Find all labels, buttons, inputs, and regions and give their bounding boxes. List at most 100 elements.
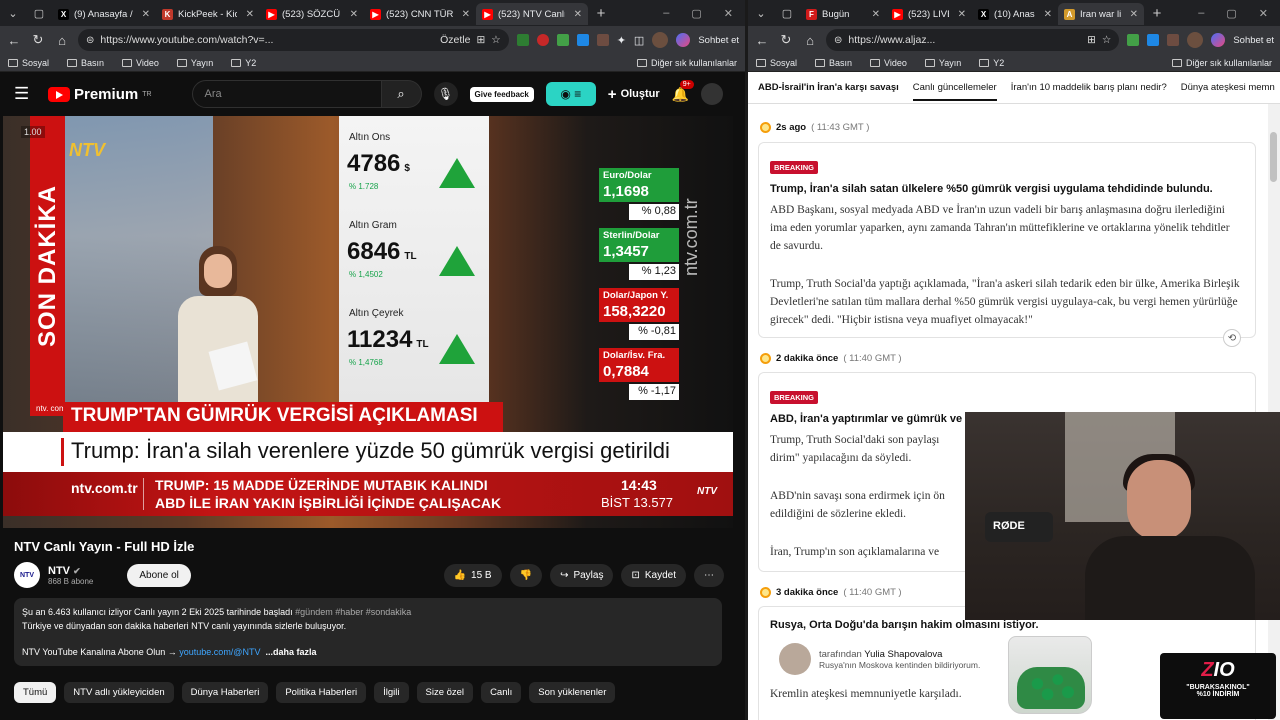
close-tab-icon[interactable]: ✕ (958, 9, 966, 20)
like-button[interactable]: 👍 15 B (443, 563, 502, 587)
copilot-icon[interactable] (1211, 33, 1226, 47)
close-tab-icon[interactable]: ✕ (1130, 9, 1138, 20)
search-icon[interactable]: ⌕ (381, 80, 422, 108)
tab-bugun[interactable]: F Bugün ✕ (800, 3, 886, 25)
workspaces-icon[interactable]: ▢ (774, 7, 800, 20)
share-button[interactable]: ↪ Paylaş (550, 563, 614, 587)
site-info-icon[interactable]: ⊜ (834, 35, 842, 46)
chip-live[interactable]: Canlı (481, 682, 522, 703)
share-icon[interactable]: ⟲ (1223, 329, 1241, 347)
extension-menu-button[interactable]: ◉ ≡ (545, 82, 596, 106)
close-tab-icon[interactable]: ✕ (1044, 9, 1052, 20)
reader-icon[interactable]: ⊞ (476, 34, 485, 46)
chip-politics[interactable]: Politika Haberleri (276, 682, 367, 703)
bookmark-folder[interactable]: Video (122, 58, 159, 68)
account-avatar[interactable] (701, 83, 724, 105)
bookmark-folder[interactable]: Video (870, 58, 907, 68)
copilot-icon[interactable] (676, 33, 691, 47)
channel-name[interactable]: NTV ✔ (48, 565, 93, 577)
video-description[interactable]: Şu an 6.463 kullanıcı izliyor Canlı yayı… (14, 598, 722, 666)
close-window-icon[interactable]: ✕ (724, 7, 733, 20)
microphone-icon[interactable]: 🎙 (433, 82, 458, 106)
chip-for-you[interactable]: Size özel (416, 682, 474, 703)
chat-button[interactable]: Sohbet et (1233, 35, 1274, 46)
chip-related[interactable]: İlgili (374, 682, 409, 703)
youtube-logo[interactable]: Premium TR (48, 86, 152, 103)
reload-icon[interactable]: ↻ (778, 32, 794, 48)
scrollbar-thumb[interactable] (1270, 132, 1277, 182)
bookmark-folder[interactable]: Y2 (979, 58, 1004, 68)
chat-button[interactable]: Sohbet et (698, 35, 739, 46)
close-tab-icon[interactable]: ✕ (350, 9, 358, 20)
extensions-puzzle-icon[interactable]: ✦ (617, 34, 626, 47)
chip-recent[interactable]: Son yüklenenler (529, 682, 616, 703)
subnav-peace-plan[interactable]: İran'ın 10 maddelik barış planı nedir? (1011, 82, 1167, 93)
dislike-button[interactable]: 👎 (509, 563, 543, 587)
desc-hashtags[interactable]: #gündem #haber #sondakika (295, 607, 411, 617)
channel-avatar[interactable]: NTV (14, 562, 40, 588)
bookmark-folder[interactable]: Y2 (231, 58, 256, 68)
tab-menu-icon[interactable]: ⌄ (748, 7, 774, 20)
reader-icon[interactable]: ⊞ (1087, 34, 1096, 46)
minimize-icon[interactable]: – (663, 7, 669, 20)
site-info-icon[interactable]: ⊜ (86, 35, 94, 46)
split-screen-icon[interactable]: ◫ (634, 34, 644, 47)
bookmark-folder[interactable]: Basın (815, 58, 852, 68)
tab-cnnturk[interactable]: ▶ (523) CNN TÜRK ✕ (364, 3, 476, 25)
give-feedback-button[interactable]: Give feedback (469, 86, 534, 102)
search-input[interactable]: Ara (191, 80, 382, 108)
subnav-ceasefire[interactable]: Dünya ateşkesi memn (1181, 82, 1275, 93)
channel-link[interactable]: youtube.com/@NTV (179, 647, 260, 657)
bookmark-folder[interactable]: Sosyal (756, 58, 797, 68)
show-more-link[interactable]: ...daha fazla (265, 647, 316, 657)
extension-icon[interactable] (1167, 34, 1180, 46)
home-icon[interactable]: ⌂ (54, 33, 70, 48)
minimize-icon[interactable]: – (1198, 7, 1204, 20)
chip-world-news[interactable]: Dünya Haberleri (181, 682, 269, 703)
workspaces-icon[interactable]: ▢ (26, 7, 52, 20)
more-actions-button[interactable]: ⋯ (694, 563, 724, 587)
favorite-star-icon[interactable]: ☆ (1102, 34, 1111, 46)
maximize-icon[interactable]: ▢ (1226, 7, 1236, 20)
tab-menu-icon[interactable]: ⌄ (0, 7, 26, 20)
extension-icon[interactable] (596, 34, 609, 46)
notifications-icon[interactable]: 🔔 9+ (672, 79, 694, 103)
tab-live-v[interactable]: ▶ (523) LIVE: V ✕ (886, 3, 972, 25)
tab-twitter[interactable]: X (9) Anasayfa / X ✕ (52, 3, 156, 25)
back-icon[interactable]: ← (754, 33, 770, 48)
author-name[interactable]: Yulia Shapovalova (864, 649, 942, 660)
close-tab-icon[interactable]: ✕ (872, 9, 880, 20)
back-icon[interactable]: ← (6, 33, 22, 48)
summarize-button[interactable]: Özetle (440, 34, 470, 46)
tab-ntv[interactable]: ▶ (523) NTV Canlı ✕ (476, 3, 588, 25)
tab-x-home[interactable]: X (10) Anasayfa ✕ (972, 3, 1058, 25)
subnav-live-updates[interactable]: Canlı güncellemeler (912, 74, 997, 101)
subnav-war[interactable]: ABD-İsrail'in İran'a karşı savaşı (758, 82, 899, 93)
extension-icon[interactable] (536, 34, 549, 46)
extension-icon[interactable] (1147, 34, 1160, 46)
extension-icon[interactable] (576, 34, 589, 46)
other-bookmarks[interactable]: Diğer sık kullanılanlar (636, 58, 737, 68)
extension-icon[interactable] (556, 34, 569, 46)
close-tab-icon[interactable]: ✕ (462, 9, 470, 20)
tab-kickpeek[interactable]: K KickPeek - Kick.com ✕ (156, 3, 260, 25)
new-tab-button[interactable]: + (588, 5, 614, 22)
profile-avatar[interactable] (1187, 32, 1204, 48)
subscribe-button[interactable]: Abone ol (127, 563, 191, 587)
tab-iran-war-live[interactable]: A Iran war live ✕ (1058, 3, 1144, 25)
extension-icon[interactable] (516, 34, 529, 46)
maximize-icon[interactable]: ▢ (691, 7, 701, 20)
bookmark-folder[interactable]: Yayın (924, 58, 961, 68)
close-tab-icon[interactable]: ✕ (246, 9, 254, 20)
tab-sozcu[interactable]: ▶ (523) SÖZCÜ TV Can ✕ (260, 3, 364, 25)
home-icon[interactable]: ⌂ (802, 33, 818, 48)
chip-all[interactable]: Tümü (14, 682, 57, 703)
address-bar[interactable]: ⊜ https://www.aljaz... ⊞ ☆ (826, 29, 1120, 51)
bookmark-folder[interactable]: Basın (67, 58, 104, 68)
close-window-icon[interactable]: ✕ (1259, 7, 1268, 20)
address-bar[interactable]: ⊜ https://www.youtube.com/watch?v=... Öz… (78, 29, 509, 51)
bookmark-folder[interactable]: Yayın (176, 58, 213, 68)
reload-icon[interactable]: ↻ (30, 32, 46, 48)
favorite-star-icon[interactable]: ☆ (491, 34, 500, 46)
profile-avatar[interactable] (652, 32, 669, 48)
